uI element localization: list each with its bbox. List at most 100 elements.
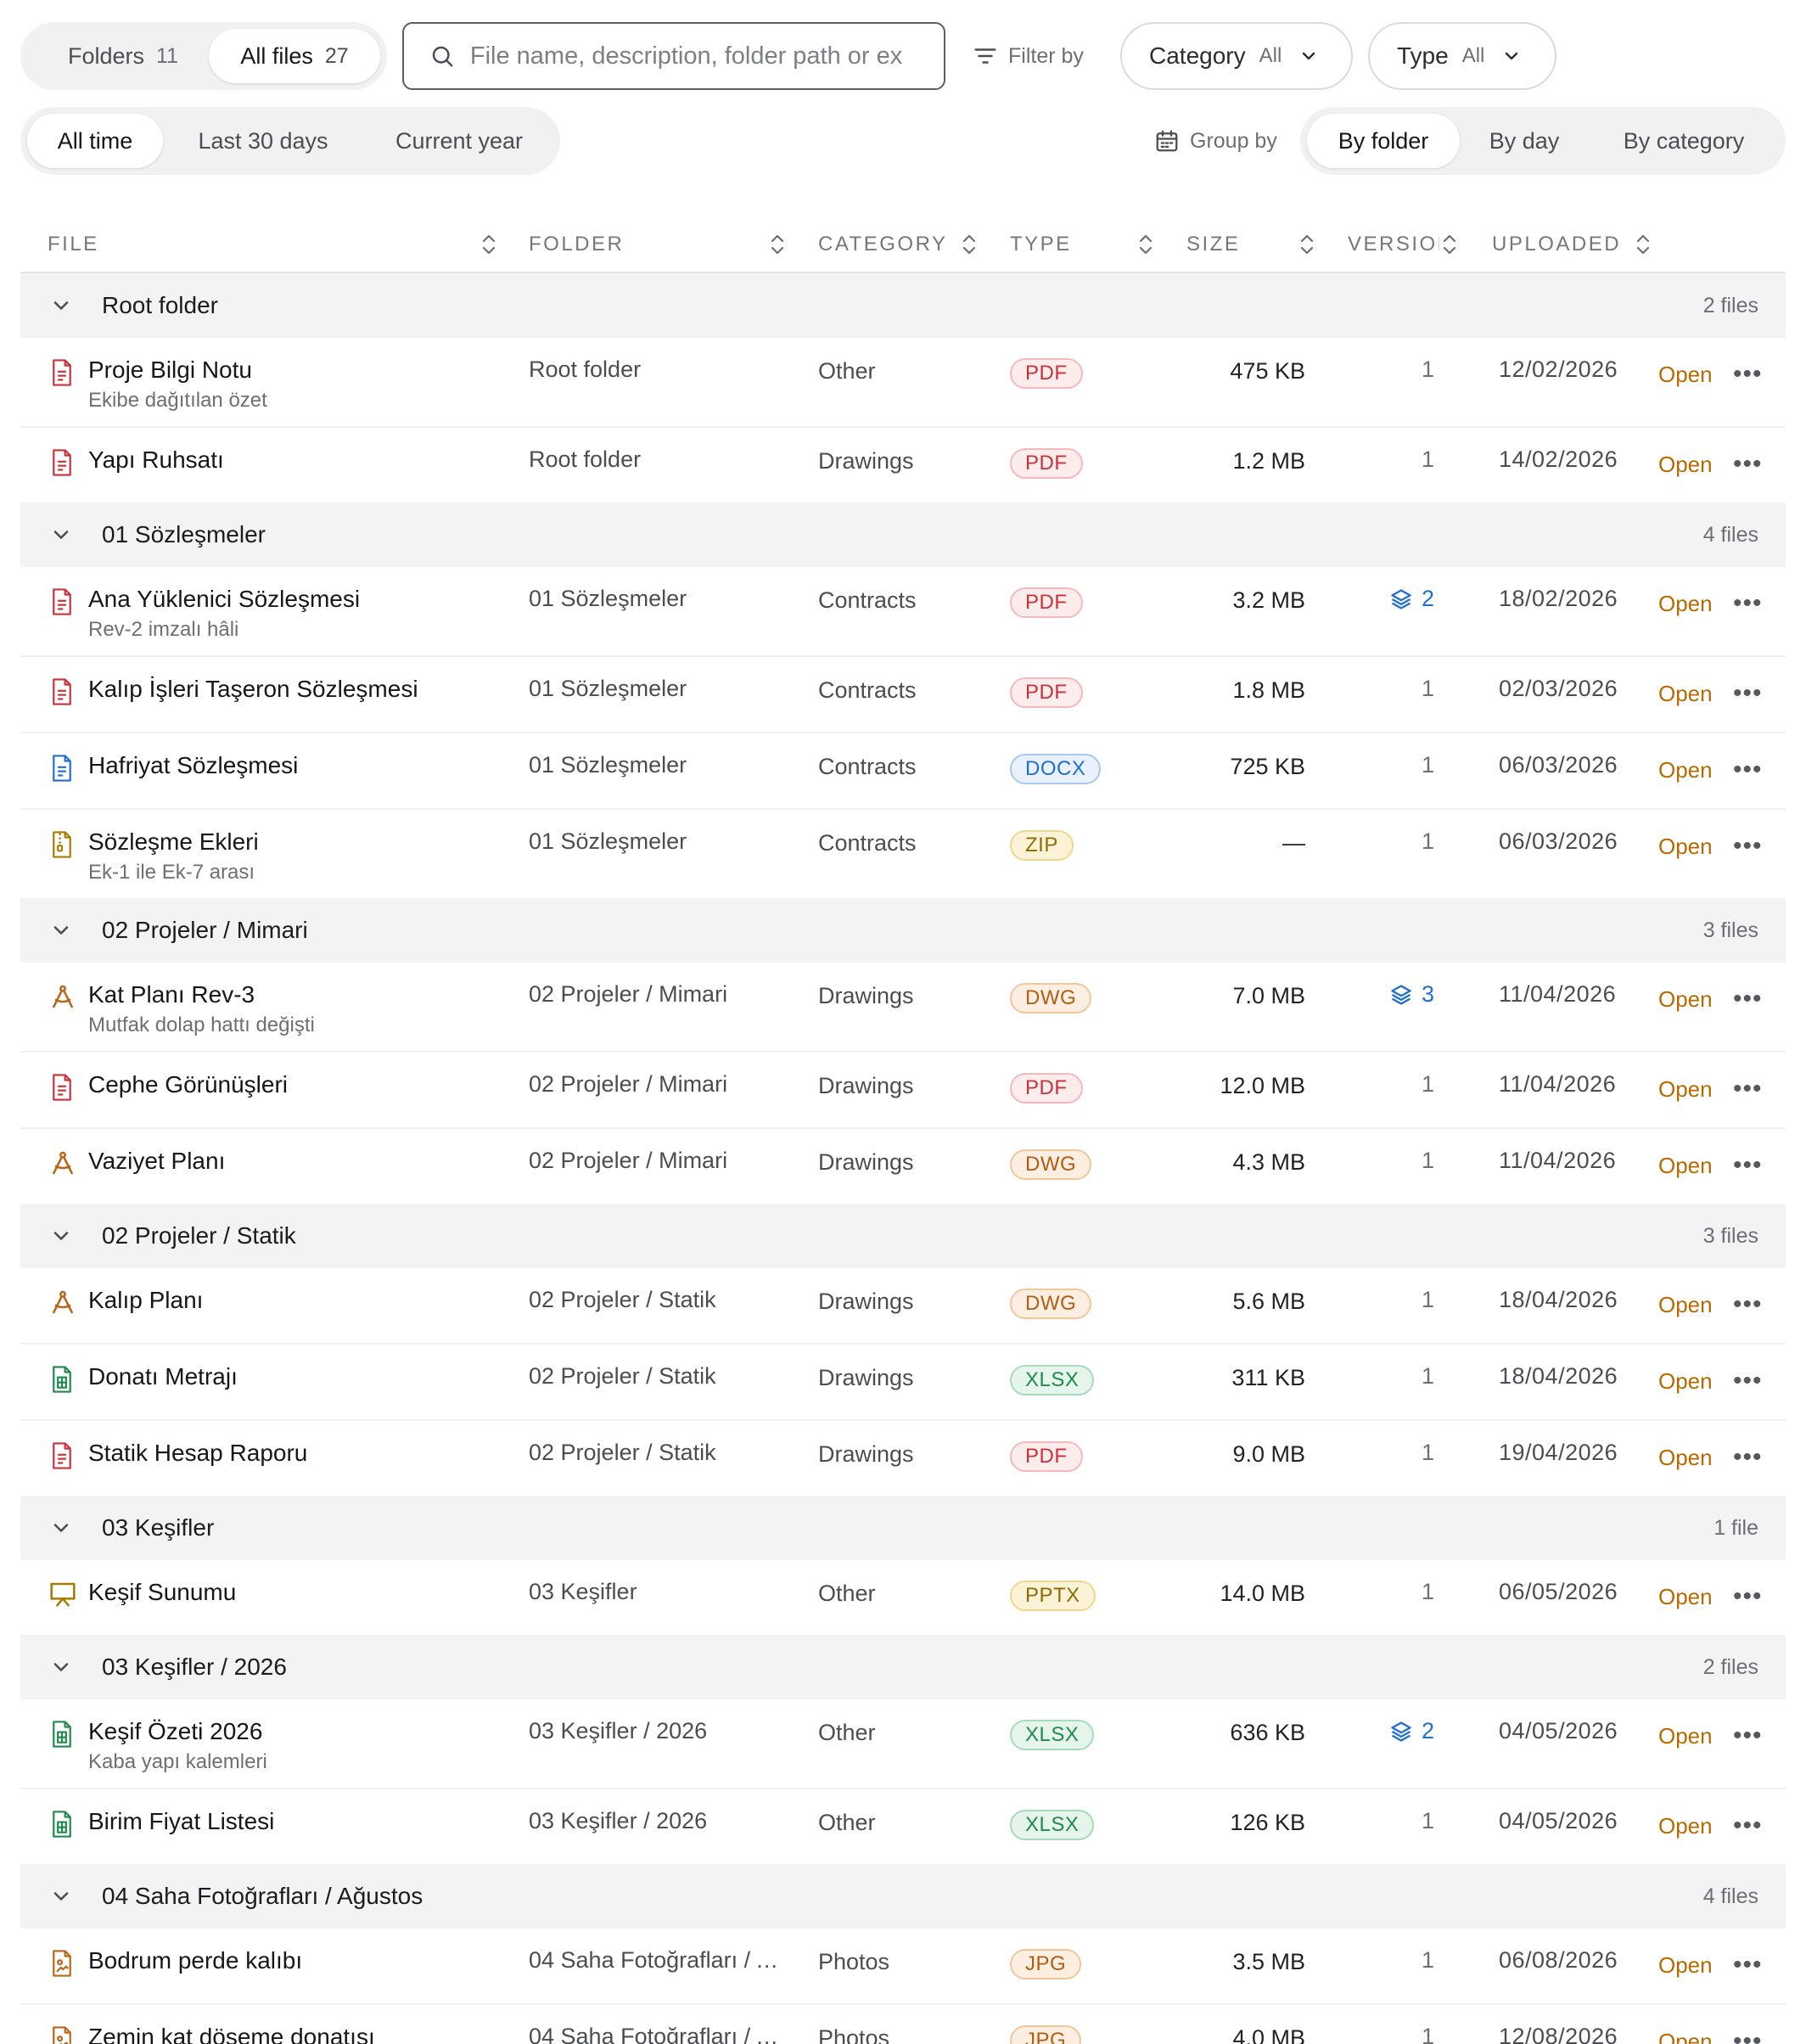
file-name[interactable]: Donatı Metrajı	[88, 1363, 238, 1390]
table-row[interactable]: Kalıp Planı 02 Projeler / Statik Drawings D…	[20, 1268, 1786, 1345]
table-row[interactable]: Yapı Ruhsatı Root folder Drawings PDF 1.2 MB…	[20, 428, 1786, 504]
table-row[interactable]: Cephe Görünüşleri 02 Projeler / Mimari Dra…	[20, 1053, 1786, 1129]
table-row[interactable]: Kalıp İşleri Taşeron Sözleşmesi 01 Sözleş…	[20, 657, 1786, 733]
sort-icon[interactable]	[1297, 233, 1317, 256]
file-name[interactable]: Ana Yüklenici Sözleşmesi	[88, 586, 360, 613]
file-version[interactable]: 2	[1389, 1718, 1434, 1744]
file-name[interactable]: Vaziyet Planı	[88, 1148, 225, 1175]
file-name[interactable]: Keşif Sunumu	[88, 1579, 236, 1606]
open-link[interactable]: Open	[1658, 1584, 1713, 1610]
column-size[interactable]: SIZE	[1186, 219, 1288, 270]
more-options-icon[interactable]: •••	[1733, 1582, 1763, 1611]
category-filter[interactable]: Category All	[1120, 22, 1353, 90]
more-options-icon[interactable]: •••	[1733, 1151, 1763, 1180]
open-link[interactable]: Open	[1658, 2029, 1713, 2044]
table-row[interactable]: Ana Yüklenici Sözleşmesi Rev-2 imzalı hâl…	[20, 567, 1786, 657]
more-options-icon[interactable]: •••	[1733, 985, 1763, 1014]
more-options-icon[interactable]: •••	[1733, 1721, 1763, 1750]
type-filter[interactable]: Type All	[1368, 22, 1556, 90]
table-row[interactable]: Sözleşme Ekleri Ek-1 ile Ek-7 arası 01 Söz…	[20, 810, 1786, 900]
open-link[interactable]: Open	[1658, 1076, 1713, 1103]
chevron-down-icon[interactable]	[49, 523, 73, 547]
open-link[interactable]: Open	[1658, 591, 1713, 617]
table-row[interactable]: Keşif Sunumu 03 Keşifler Other PPTX 14.0 MB 1…	[20, 1560, 1786, 1637]
group-header[interactable]: 01 Sözleşmeler 4 files	[20, 503, 1786, 567]
more-options-icon[interactable]: •••	[1733, 1443, 1763, 1472]
sort-icon[interactable]	[1439, 233, 1460, 256]
more-options-icon[interactable]: •••	[1733, 832, 1763, 861]
search-box[interactable]	[402, 22, 945, 90]
sort-icon[interactable]	[959, 233, 979, 256]
group-header[interactable]: 03 Keşifler / 2026 2 files	[20, 1635, 1786, 1699]
table-row[interactable]: Keşif Özeti 2026 Kaba yapı kalemleri 03 Ke…	[20, 1699, 1786, 1789]
file-name[interactable]: Kalıp İşleri Taşeron Sözleşmesi	[88, 676, 418, 703]
tab-last-30-days[interactable]: Last 30 days	[171, 114, 355, 168]
table-row[interactable]: Vaziyet Planı 02 Projeler / Mimari Drawing…	[20, 1129, 1786, 1205]
file-name[interactable]: Cephe Görünüşleri	[88, 1071, 288, 1098]
table-row[interactable]: Kat Planı Rev-3 Mutfak dolap hattı değişt…	[20, 963, 1786, 1053]
table-row[interactable]: Donatı Metrajı 02 Projeler / Statik Drawin…	[20, 1345, 1786, 1421]
column-version[interactable]: VERSION	[1348, 219, 1439, 270]
file-name[interactable]: Kalıp Planı	[88, 1287, 203, 1314]
open-link[interactable]: Open	[1658, 1723, 1713, 1749]
file-name[interactable]: Statik Hesap Raporu	[88, 1440, 307, 1467]
group-header[interactable]: 04 Saha Fotoğrafları / Ağustos 4 files	[20, 1864, 1786, 1929]
group-by-category[interactable]: By category	[1589, 114, 1779, 168]
table-row[interactable]: Birim Fiyat Listesi 03 Keşifler / 2026 Oth…	[20, 1789, 1786, 1866]
more-options-icon[interactable]: •••	[1733, 1075, 1763, 1103]
file-name[interactable]: Zemin kat döşeme donatısı	[88, 2024, 375, 2044]
file-name[interactable]: Sözleşme Ekleri	[88, 828, 259, 856]
column-file[interactable]: FILE	[48, 219, 506, 270]
file-version[interactable]: 3	[1389, 981, 1434, 1008]
more-options-icon[interactable]: •••	[1733, 589, 1763, 618]
sort-icon[interactable]	[1633, 233, 1653, 256]
open-link[interactable]: Open	[1658, 452, 1713, 478]
file-name[interactable]: Yapı Ruhsatı	[88, 446, 224, 474]
sort-icon[interactable]	[1136, 233, 1156, 256]
group-header[interactable]: 02 Projeler / Statik 3 files	[20, 1204, 1786, 1268]
more-options-icon[interactable]: •••	[1733, 1367, 1763, 1395]
more-options-icon[interactable]: •••	[1733, 360, 1763, 389]
tab-all-files[interactable]: All files 27	[209, 29, 380, 83]
table-row[interactable]: Statik Hesap Raporu 02 Projeler / Statik D…	[20, 1421, 1786, 1497]
more-options-icon[interactable]: •••	[1733, 450, 1763, 479]
chevron-down-icon[interactable]	[49, 1516, 73, 1540]
group-header[interactable]: 02 Projeler / Mimari 3 files	[20, 898, 1786, 963]
open-link[interactable]: Open	[1658, 1368, 1713, 1395]
tab-all-time[interactable]: All time	[27, 114, 163, 168]
group-header[interactable]: 03 Keşifler 1 file	[20, 1496, 1786, 1560]
more-options-icon[interactable]: •••	[1733, 755, 1763, 784]
chevron-down-icon[interactable]	[49, 1655, 73, 1679]
table-row[interactable]: Zemin kat döşeme donatısı 04 Saha Fotoğra…	[20, 2005, 1786, 2044]
open-link[interactable]: Open	[1658, 986, 1713, 1013]
more-options-icon[interactable]: •••	[1733, 1951, 1763, 1979]
open-link[interactable]: Open	[1658, 1813, 1713, 1839]
file-name[interactable]: Birim Fiyat Listesi	[88, 1808, 274, 1835]
group-by-folder[interactable]: By folder	[1307, 114, 1460, 168]
open-link[interactable]: Open	[1658, 1952, 1713, 1979]
chevron-down-icon[interactable]	[49, 918, 73, 942]
open-link[interactable]: Open	[1658, 681, 1713, 707]
open-link[interactable]: Open	[1658, 1292, 1713, 1318]
column-type[interactable]: TYPE	[1010, 219, 1129, 270]
more-options-icon[interactable]: •••	[1733, 679, 1763, 708]
group-by-day[interactable]: By day	[1467, 114, 1582, 168]
column-folder[interactable]: FOLDER	[529, 219, 792, 270]
search-input[interactable]	[469, 42, 944, 70]
chevron-down-icon[interactable]	[49, 294, 73, 317]
more-options-icon[interactable]: •••	[1733, 1290, 1763, 1319]
table-row[interactable]: Hafriyat Sözleşmesi 01 Sözleşmeler Contrac…	[20, 733, 1786, 810]
open-link[interactable]: Open	[1658, 1445, 1713, 1471]
file-version[interactable]: 2	[1389, 586, 1434, 612]
more-options-icon[interactable]: •••	[1733, 1811, 1763, 1840]
chevron-down-icon[interactable]	[49, 1224, 73, 1248]
file-name[interactable]: Proje Bilgi Notu	[88, 357, 252, 384]
table-row[interactable]: Bodrum perde kalıbı 04 Saha Fotoğrafları …	[20, 1929, 1786, 2005]
table-row[interactable]: Proje Bilgi Notu Ekibe dağıtılan özet Root…	[20, 338, 1786, 428]
chevron-down-icon[interactable]	[49, 1884, 73, 1908]
column-category[interactable]: CATEGORY	[818, 219, 971, 270]
tab-current-year[interactable]: Current year	[365, 114, 553, 168]
open-link[interactable]: Open	[1658, 362, 1713, 388]
group-header[interactable]: Root folder 2 files	[20, 273, 1786, 338]
sort-icon[interactable]	[479, 233, 499, 256]
